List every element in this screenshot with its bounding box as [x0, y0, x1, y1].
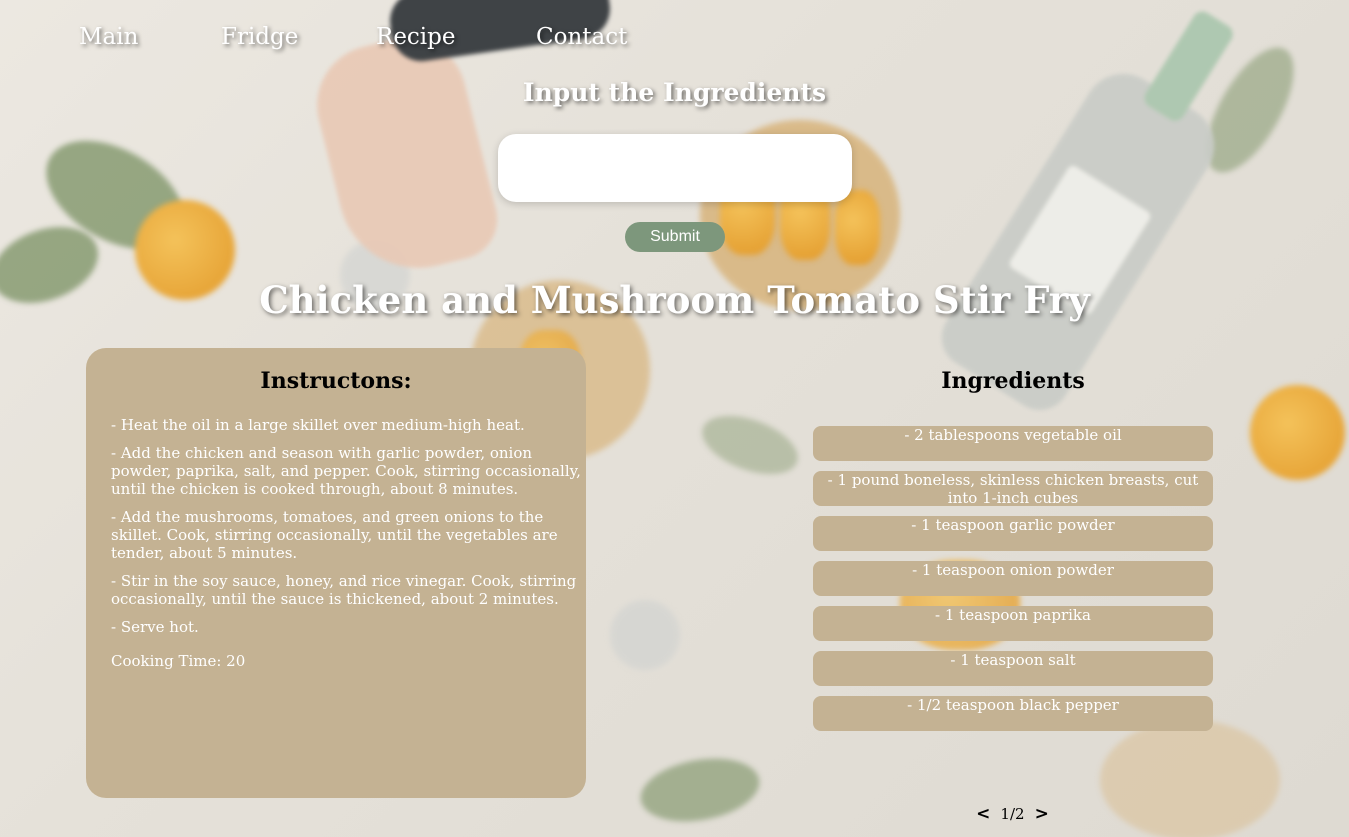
main-nav: Main Fridge Recipe Contact [0, 24, 700, 58]
nav-link-fridge[interactable]: Fridge [221, 24, 298, 50]
ingredient-item: - 1/2 teaspoon black pepper [813, 696, 1213, 731]
ingredient-item: - 1 pound boneless, skinless chicken bre… [813, 471, 1213, 506]
instructions-card: Instructons: - Heat the oil in a large s… [86, 348, 586, 798]
ingredient-item: - 1 teaspoon paprika [813, 606, 1213, 641]
recipe-title: Chicken and Mushroom Tomato Stir Fry [259, 278, 1090, 322]
nav-link-contact[interactable]: Contact [536, 24, 627, 50]
ingredient-item: - 2 tablespoons vegetable oil [813, 426, 1213, 461]
instructions-heading: Instructons: [260, 368, 412, 394]
ingredient-item: - 1 teaspoon onion powder [813, 561, 1213, 596]
nav-link-recipe[interactable]: Recipe [376, 24, 456, 50]
cooking-time: Cooking Time: 20 [111, 652, 246, 670]
page-indicator: 1/2 [1000, 805, 1025, 823]
recipe-pager: < 1/2 > [970, 802, 1055, 826]
ingredients-heading: Ingredients [941, 368, 1085, 394]
ingredient-input[interactable] [498, 134, 852, 202]
instruction-step: - Add the chicken and season with garlic… [111, 444, 581, 498]
prev-page-button[interactable]: < [976, 804, 990, 824]
next-page-button[interactable]: > [1035, 804, 1049, 824]
instruction-step: - Heat the oil in a large skillet over m… [111, 416, 525, 434]
ingredient-list: - 2 tablespoons vegetable oil - 1 pound … [813, 426, 1213, 741]
ingredient-item: - 1 teaspoon salt [813, 651, 1213, 686]
nav-link-main[interactable]: Main [79, 24, 138, 50]
instruction-steps: - Heat the oil in a large skillet over m… [111, 416, 581, 670]
instruction-step: - Stir in the soy sauce, honey, and rice… [111, 572, 577, 608]
submit-button[interactable]: Submit [625, 222, 725, 252]
ingredient-item: - 1 teaspoon garlic powder [813, 516, 1213, 551]
instruction-step: - Serve hot. [111, 618, 199, 636]
ingredient-input-heading: Input the Ingredients [522, 78, 827, 107]
instruction-step: - Add the mushrooms, tomatoes, and green… [111, 508, 558, 562]
